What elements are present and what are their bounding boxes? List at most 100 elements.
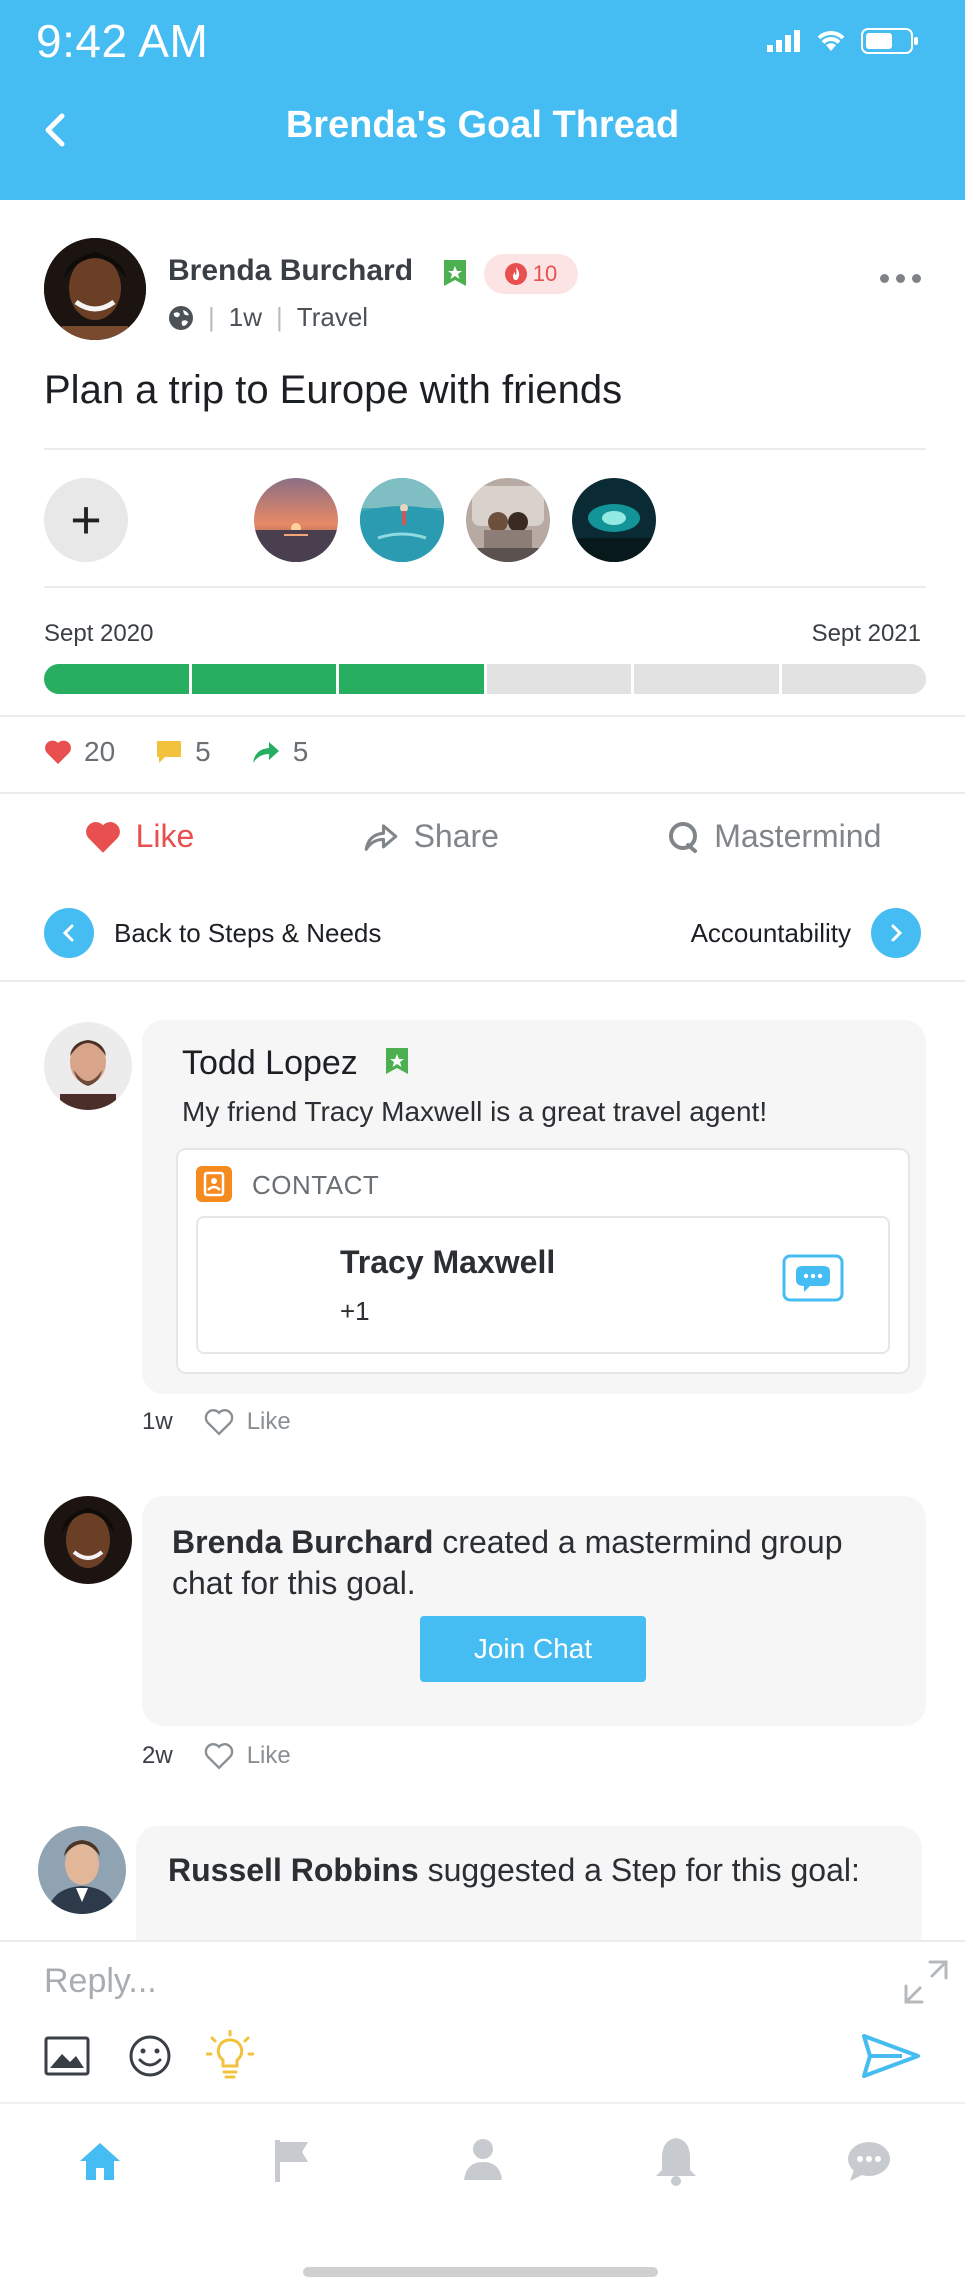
system-message-avatar[interactable]	[44, 1496, 132, 1584]
battery-icon	[861, 28, 918, 54]
progress-segment	[781, 664, 926, 694]
verified-badge-icon	[386, 1048, 408, 1074]
comment-text: My friend Tracy Maxwell is a great trave…	[182, 1096, 768, 1127]
divider	[0, 792, 965, 794]
like-label: Like	[135, 818, 195, 854]
profile-tab-icon[interactable]	[462, 2136, 504, 2182]
messages-tab-icon[interactable]	[846, 2140, 892, 2182]
globe-icon	[169, 305, 193, 330]
chevron-left-icon	[44, 908, 94, 958]
divider	[44, 448, 926, 450]
author-name[interactable]: Brenda Burchard	[168, 254, 413, 288]
reply-input[interactable]: Reply...	[44, 1962, 157, 2001]
bottom-tab-bar	[0, 2102, 965, 2294]
comments-stat[interactable]: 5	[155, 736, 211, 768]
timeline-start: Sept 2020	[44, 620, 154, 647]
progress-segment	[44, 664, 192, 694]
comment-icon	[157, 741, 182, 763]
comment-like-label: Like	[246, 1408, 291, 1435]
send-icon[interactable]	[862, 2034, 920, 2078]
back-to-steps-link[interactable]: Back to Steps & Needs	[44, 908, 381, 958]
progress-segment	[634, 664, 782, 694]
like-button[interactable]: Like	[84, 818, 195, 855]
media-thumbnail-sunset[interactable]	[254, 478, 338, 562]
goal-progress-bar	[44, 664, 926, 694]
heart-icon	[45, 740, 71, 764]
comment-like-button[interactable]: Like	[203, 1742, 291, 1770]
comment-age: 2w	[142, 1742, 173, 1769]
comment-like-button[interactable]: Like	[203, 1408, 291, 1436]
flame-icon	[504, 263, 527, 285]
commenter-avatar[interactable]	[44, 1022, 132, 1110]
streak-badge: 10	[484, 254, 578, 294]
page-title: Brenda's Goal Thread	[285, 104, 680, 146]
progress-segment	[339, 664, 487, 694]
wifi-icon	[817, 31, 845, 51]
system-message-text: Russell Robbins suggested a Step for thi…	[168, 1850, 868, 1891]
back-to-steps-label: Back to Steps & Needs	[114, 917, 382, 948]
heart-outline-icon	[204, 1409, 233, 1436]
message-contact-icon[interactable]	[782, 1254, 844, 1308]
contact-name: Tracy Maxwell	[340, 1244, 556, 1280]
heart-icon	[85, 821, 120, 853]
goals-flag-tab-icon[interactable]	[272, 2138, 312, 2184]
home-tab-icon[interactable]	[78, 2140, 122, 2182]
post-actions: Like Share Mastermind	[0, 818, 965, 855]
more-options-icon[interactable]	[880, 274, 921, 283]
system-message-name[interactable]: Brenda Burchard	[172, 1524, 433, 1560]
contact-book-icon	[196, 1166, 232, 1202]
expand-icon[interactable]	[902, 1958, 950, 2006]
comment-like-label: Like	[246, 1742, 291, 1769]
shares-stat[interactable]: 5	[251, 736, 309, 768]
share-button[interactable]: Share	[362, 818, 499, 855]
media-thumbnail-pool[interactable]	[360, 478, 444, 562]
likes-stat[interactable]: 20	[44, 736, 115, 768]
share-icon	[364, 823, 397, 851]
system-message-avatar[interactable]	[38, 1826, 126, 1914]
share-arrow-icon	[252, 742, 279, 763]
image-attach-icon[interactable]	[44, 2036, 90, 2076]
comment-footer: 1w Like	[142, 1408, 291, 1436]
author-avatar[interactable]	[44, 238, 146, 340]
comment-age: 1w	[142, 1408, 173, 1435]
notifications-bell-tab-icon[interactable]	[654, 2134, 698, 2186]
share-label: Share	[413, 818, 499, 854]
chevron-right-icon	[871, 908, 921, 958]
accountability-label: Accountability	[690, 917, 851, 948]
system-message-text: Brenda Burchard created a mastermind gro…	[172, 1522, 872, 1604]
timeline-end: Sept 2021	[811, 620, 921, 647]
progress-segment	[191, 664, 339, 694]
post-stats: 20 5 5	[44, 736, 330, 768]
likes-count: 20	[84, 736, 116, 767]
status-icons	[767, 28, 919, 54]
commenter-name[interactable]: Todd Lopez	[182, 1044, 358, 1083]
comments-count: 5	[195, 736, 211, 767]
shares-count: 5	[292, 736, 309, 767]
home-indicator	[303, 2267, 658, 2277]
lightbulb-icon[interactable]	[206, 2030, 254, 2082]
mastermind-label: Mastermind	[714, 818, 882, 854]
media-thumbnail-aurora[interactable]	[572, 478, 656, 562]
mastermind-button[interactable]: Mastermind	[666, 818, 881, 855]
contact-phone: +1	[340, 1296, 370, 1326]
status-time: 9:42 AM	[36, 15, 209, 67]
emoji-icon[interactable]	[128, 2034, 172, 2078]
system-message-body: suggested a Step for this goal:	[418, 1852, 860, 1888]
divider	[0, 980, 965, 982]
media-thumbnail-car[interactable]	[466, 478, 550, 562]
goal-title: Plan a trip to Europe with friends	[44, 368, 623, 412]
join-chat-button[interactable]: Join Chat	[420, 1616, 646, 1682]
contact-label: CONTACT	[252, 1170, 380, 1200]
verified-badge-icon	[444, 260, 466, 286]
heart-outline-icon	[204, 1743, 233, 1770]
comment-footer: 2w Like	[142, 1742, 291, 1770]
post-meta: | 1w | Travel	[168, 302, 368, 333]
add-media-button[interactable]: +	[44, 478, 128, 562]
mastermind-icon	[669, 821, 698, 853]
progress-segment	[486, 664, 634, 694]
post-category[interactable]: Travel	[297, 302, 368, 333]
system-message-name[interactable]: Russell Robbins	[168, 1852, 419, 1888]
streak-count: 10	[532, 261, 558, 286]
accountability-link[interactable]: Accountability	[691, 908, 921, 958]
post-age: 1w	[228, 302, 263, 332]
